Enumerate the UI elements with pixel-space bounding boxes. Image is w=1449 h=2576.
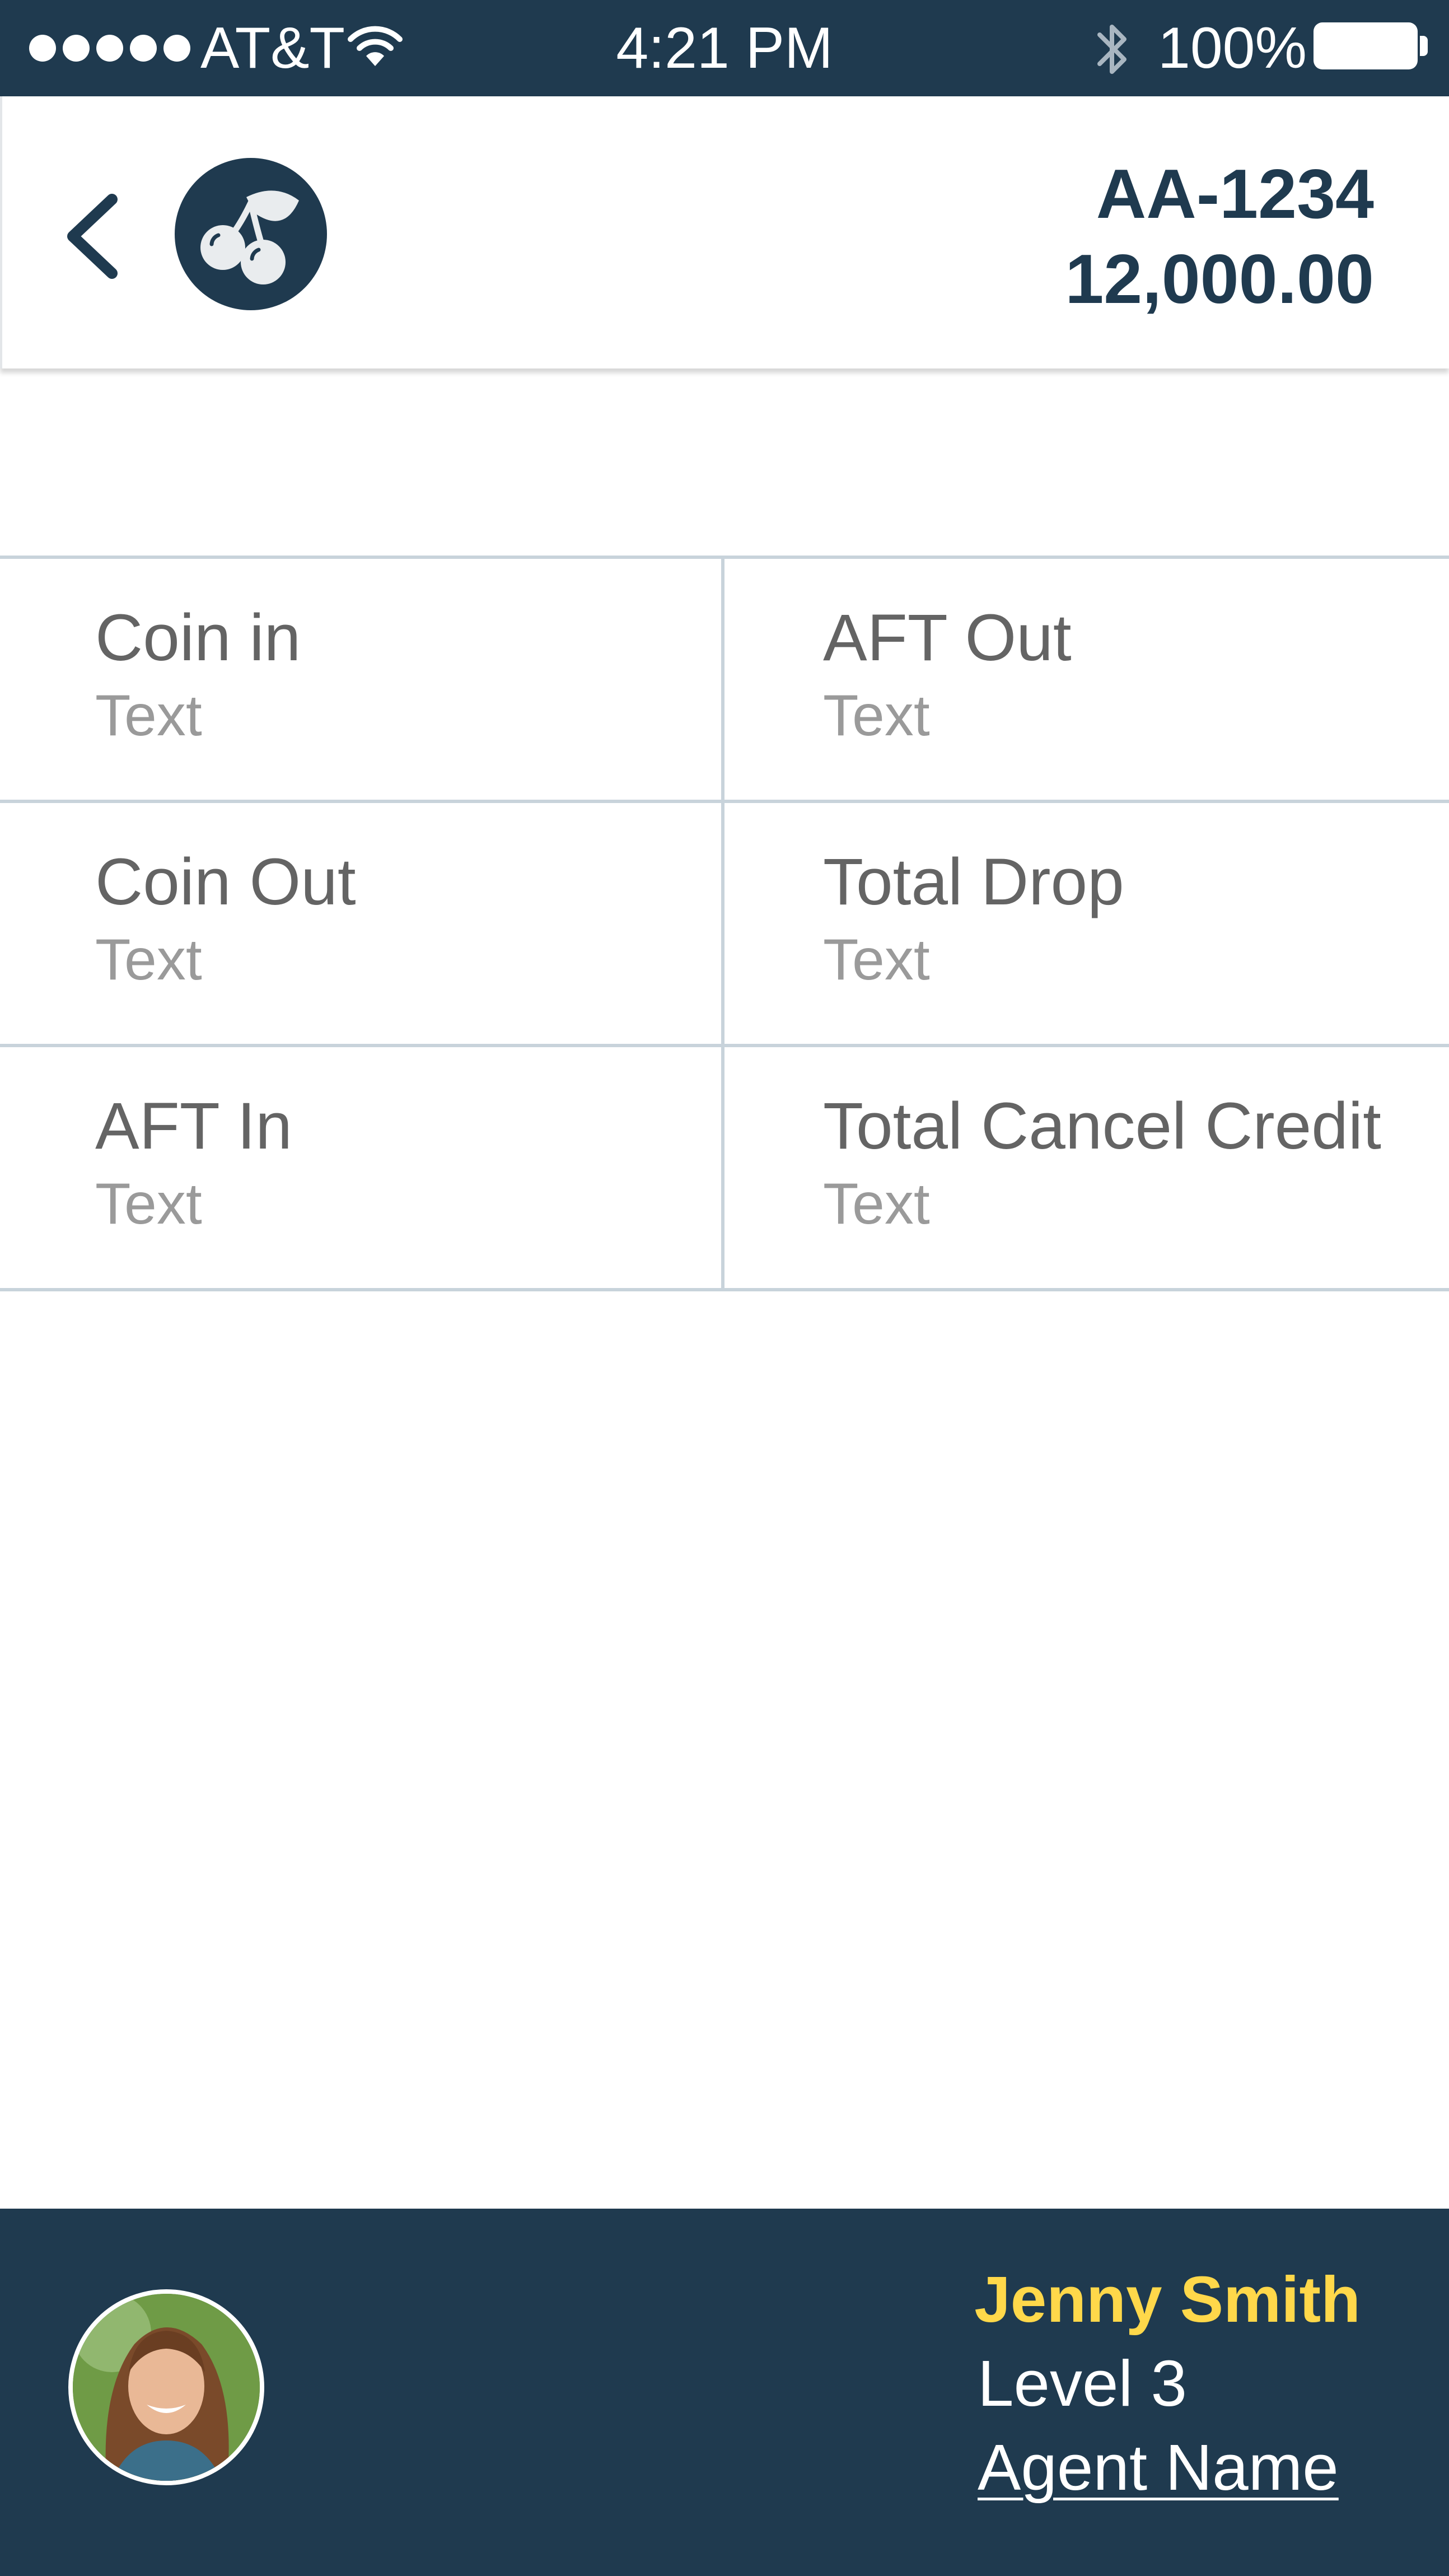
battery-nub [1420, 36, 1428, 56]
chevron-left-icon [67, 194, 118, 279]
user-name: Jenny Smith [974, 2263, 1361, 2336]
stat-value: Text [823, 683, 930, 748]
stat-label: Total Drop [823, 845, 1124, 919]
stat-value: Text [823, 1172, 930, 1236]
stat-value: Text [823, 927, 930, 992]
stat-value: Text [95, 683, 202, 748]
stat-value: Text [95, 1172, 202, 1236]
stat-cell-total-cancel-credit: Total Cancel Credit Text [724, 1047, 1449, 1288]
grid-row: Coin in Text AFT Out Text [0, 559, 1449, 803]
stats-grid: Coin in Text AFT Out Text Coin Out Text … [0, 556, 1449, 1291]
stat-label: AFT Out [823, 601, 1072, 675]
grid-row: Coin Out Text Total Drop Text [0, 803, 1449, 1047]
machine-id: AA-1234 [1096, 156, 1374, 233]
back-button[interactable] [58, 186, 125, 287]
agent-name-link[interactable]: Agent Name [978, 2428, 1339, 2507]
battery-icon [1314, 22, 1418, 69]
battery-percent: 100% [1158, 16, 1307, 81]
stat-label: AFT In [95, 1089, 292, 1163]
machine-amount: 12,000.00 [1065, 241, 1374, 318]
status-bar: AT&T 4:21 PM 100% [0, 0, 1449, 96]
machine-header: AA-1234 12,000.00 [0, 96, 1449, 368]
bluetooth-icon [1093, 17, 1132, 85]
stat-cell-total-drop: Total Drop Text [724, 803, 1449, 1044]
user-photo [73, 2294, 260, 2481]
stat-cell-coin-in: Coin in Text [0, 559, 724, 800]
stat-label: Coin in [95, 601, 301, 675]
stat-cell-aft-in: AFT In Text [0, 1047, 724, 1288]
user-level: Level 3 [978, 2347, 1188, 2420]
cherry-icon [200, 190, 299, 284]
stat-label: Coin Out [95, 845, 356, 919]
stat-value: Text [95, 927, 202, 992]
avatar[interactable] [68, 2289, 264, 2485]
stat-cell-aft-out: AFT Out Text [724, 559, 1449, 800]
stat-label: Total Cancel Credit [823, 1089, 1381, 1163]
grid-row: AFT In Text Total Cancel Credit Text [0, 1047, 1449, 1291]
user-footer: Jenny Smith Level 3 Agent Name [0, 2209, 1449, 2576]
stat-cell-coin-out: Coin Out Text [0, 803, 724, 1044]
machine-avatar [175, 158, 327, 310]
